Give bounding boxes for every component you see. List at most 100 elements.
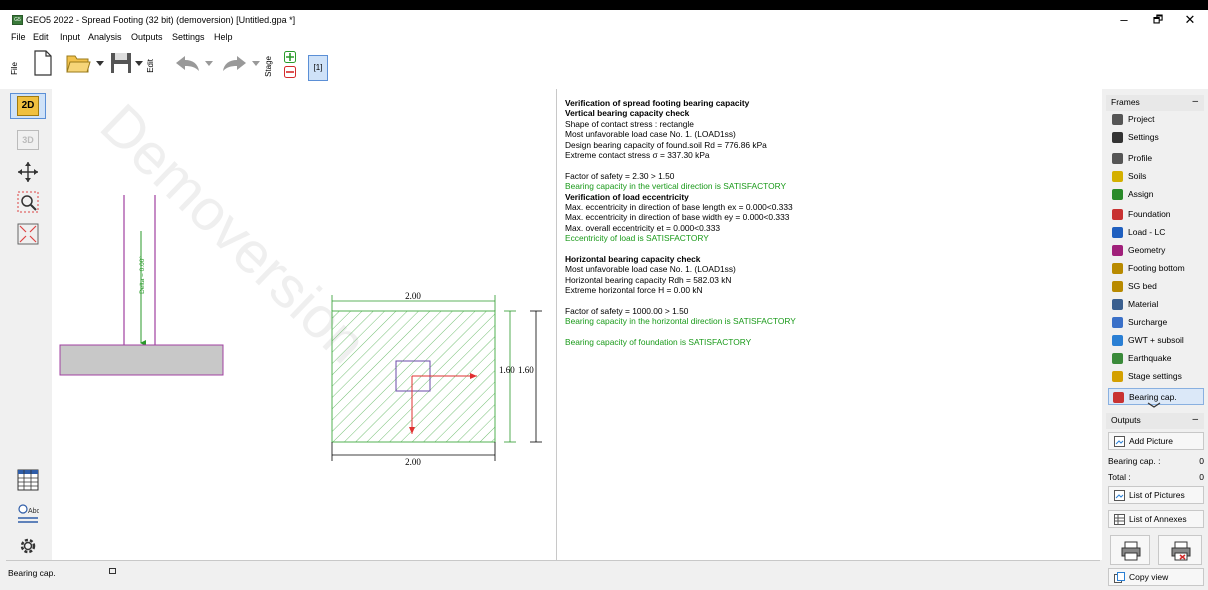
redo-dropdown-icon[interactable] (252, 61, 260, 67)
menu-settings[interactable]: Settings (172, 32, 205, 42)
frame-item-label: Geometry (1128, 245, 1166, 255)
app-logo-icon: G5 (12, 15, 23, 25)
labels-settings-button[interactable]: Abc (10, 501, 46, 527)
geometry-icon (1112, 245, 1123, 256)
copy-view-button[interactable]: Copy view (1108, 568, 1204, 586)
list-of-pictures-button[interactable]: List of Pictures (1108, 486, 1204, 504)
new-file-icon[interactable] (33, 50, 53, 76)
frame-item-soils[interactable]: Soils (1108, 168, 1204, 185)
footing-bottom-icon (1112, 263, 1123, 274)
print-button[interactable] (1110, 535, 1150, 565)
sg-bed-icon (1112, 281, 1123, 292)
menu-input[interactable]: Input (60, 32, 80, 42)
frame-item-stage-settings[interactable]: Stage settings (1108, 368, 1204, 385)
svg-text:Abc: Abc (28, 508, 39, 515)
frame-item-label: Footing bottom (1128, 263, 1185, 273)
toolbar: File Edit Stage [1] (0, 44, 1208, 89)
left-toolbar: 2D 3D Abc (6, 89, 52, 560)
add-picture-label: Add Picture (1129, 436, 1173, 446)
frame-item-geometry[interactable]: Geometry (1108, 242, 1204, 259)
remove-stage-icon[interactable] (284, 66, 296, 78)
frame-item-load-lc[interactable]: Load - LC (1108, 224, 1204, 241)
frame-item-sg-bed[interactable]: SG bed (1108, 278, 1204, 295)
result-line: Factor of safety = 2.30 > 1.50 (565, 170, 675, 181)
menu-file[interactable]: File (11, 32, 26, 42)
assign-icon (1112, 189, 1123, 200)
view-2d-button[interactable]: 2D (10, 93, 46, 119)
result-line: Max. overall eccentricity et = 0.000<0.3… (565, 222, 721, 233)
print-preview-button[interactable] (1158, 535, 1202, 565)
annexes-list-icon (1114, 514, 1125, 525)
earthquake-icon (1112, 353, 1123, 364)
result-line: Shape of contact stress : rectangle (565, 118, 694, 129)
restore-button[interactable]: 🗗 (1144, 11, 1172, 29)
open-folder-icon[interactable] (66, 52, 92, 74)
result-line: Vertical bearing capacity check (565, 108, 690, 119)
frame-item-material[interactable]: Material (1108, 296, 1204, 313)
result-line: Bearing capacity in the vertical directi… (565, 181, 787, 192)
frame-item-project[interactable]: Project (1108, 111, 1204, 128)
window-title: GEO5 2022 - Spread Footing (32 bit) (dem… (26, 15, 296, 25)
menu-outputs[interactable]: Outputs (131, 32, 163, 42)
add-picture-button[interactable]: Add Picture (1108, 432, 1204, 450)
pan-tool-button[interactable] (10, 159, 46, 185)
menu-analysis[interactable]: Analysis (88, 32, 122, 42)
save-dropdown-icon[interactable] (135, 61, 143, 67)
total-count-value: 0 (1199, 472, 1204, 482)
result-line: Horizontal bearing capacity check (565, 254, 701, 264)
menu-help[interactable]: Help (214, 32, 233, 42)
add-stage-icon[interactable] (284, 51, 296, 63)
move-arrows-icon (18, 162, 38, 182)
table-icon (17, 469, 39, 491)
scroll-down-icon[interactable] (1146, 401, 1162, 409)
result-line: Verification of spread footing bearing c… (565, 98, 750, 108)
settings-button[interactable] (10, 533, 46, 559)
menu-edit[interactable]: Edit (33, 32, 49, 42)
view-3d-button[interactable]: 3D (10, 127, 46, 153)
undo-dropdown-icon[interactable] (205, 61, 213, 67)
stage-settings-icon (1112, 371, 1123, 382)
frame-item-gwt-subsoil[interactable]: GWT + subsoil (1108, 332, 1204, 349)
redo-icon[interactable] (221, 54, 247, 72)
list-of-annexes-label: List of Annexes (1129, 514, 1187, 524)
total-count-row: Total : 0 (1108, 470, 1204, 484)
result-line: Horizontal bearing capacity Rdh = 582.03… (565, 274, 732, 285)
frame-item-settings[interactable]: Settings (1108, 129, 1204, 146)
result-line: Eccentricity of load is SATISFACTORY (565, 233, 709, 244)
frame-item-profile[interactable]: Profile (1108, 150, 1204, 167)
frame-item-earthquake[interactable]: Earthquake (1108, 350, 1204, 367)
gwt-icon (1112, 335, 1123, 346)
bearing-cap-count-value: 0 (1199, 456, 1204, 466)
open-dropdown-icon[interactable] (96, 61, 104, 67)
delta-label: Delta = 0.00° (138, 256, 146, 294)
outputs-header: Outputs – (1106, 413, 1204, 429)
status-bar: Bearing cap. (6, 560, 1100, 582)
dim-top-label: 2.00 (405, 291, 421, 301)
drawing-canvas[interactable]: Demoversion Delta = 0.00° 2.00 1.60 1.60… (52, 89, 556, 560)
status-toggle[interactable] (109, 568, 116, 574)
material-icon (1112, 299, 1123, 310)
zoom-tool-button[interactable] (10, 189, 46, 215)
frame-item-label: Surcharge (1128, 317, 1168, 327)
frame-item-label: Settings (1128, 132, 1159, 142)
undo-icon[interactable] (175, 54, 201, 72)
results-panel: Verification of spread footing bearing c… (556, 89, 1102, 560)
zoom-extents-button[interactable] (10, 221, 46, 247)
frame-item-footing-bottom[interactable]: Footing bottom (1108, 260, 1204, 277)
frames-header: Frames – (1106, 95, 1204, 111)
frame-item-label: Assign (1128, 189, 1154, 199)
result-line: Factor of safety = 1000.00 > 1.50 (565, 306, 689, 316)
frame-item-foundation[interactable]: Foundation (1108, 206, 1204, 223)
list-of-annexes-button[interactable]: List of Annexes (1108, 510, 1204, 528)
frame-item-surcharge[interactable]: Surcharge (1108, 314, 1204, 331)
save-disk-icon[interactable] (110, 52, 132, 74)
close-button[interactable]: ✕ (1176, 11, 1204, 29)
result-line: Design bearing capacity of found.soil Rd… (565, 139, 767, 150)
stage-1-button[interactable]: [1] (308, 55, 328, 81)
frame-item-assign[interactable]: Assign (1108, 186, 1204, 203)
footing-section (59, 344, 224, 376)
minimize-button[interactable]: – (1110, 11, 1138, 29)
table-view-button[interactable] (10, 467, 46, 493)
copy-view-icon (1114, 572, 1125, 583)
result-line: Extreme contact stress σ = 337.30 kPa (565, 150, 710, 160)
